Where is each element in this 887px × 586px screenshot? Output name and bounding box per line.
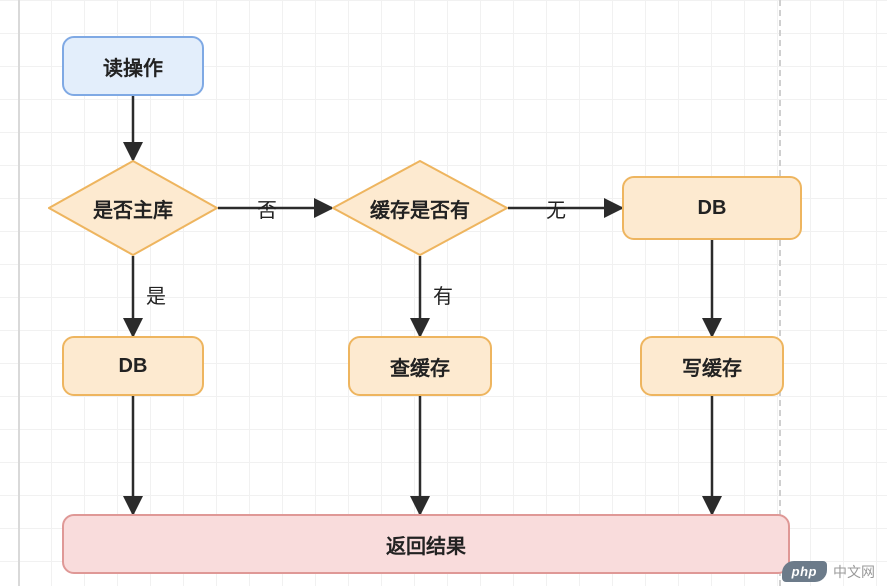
- node-db-left-label: DB: [119, 355, 148, 378]
- edge-label-none: 无: [546, 194, 566, 223]
- node-start: 读操作: [62, 36, 204, 96]
- node-write-cache-label: 写缓存: [682, 352, 742, 381]
- page-left-border: [18, 0, 20, 586]
- node-write-cache: 写缓存: [640, 336, 784, 396]
- watermark-brand: php: [782, 561, 827, 582]
- node-db-right-label: DB: [698, 197, 727, 220]
- edge-label-yes: 是: [146, 280, 166, 309]
- node-return-label: 返回结果: [386, 530, 466, 559]
- node-read-cache: 查缓存: [348, 336, 492, 396]
- diagram-canvas: 读操作 是否主库 缓存是否有 DB DB 查缓存 写缓存 返回结果: [0, 0, 887, 586]
- watermark-text: 中文网: [833, 562, 875, 582]
- watermark: php 中文网: [782, 561, 875, 582]
- node-start-label: 读操作: [103, 52, 163, 81]
- node-read-cache-label: 查缓存: [390, 352, 450, 381]
- node-cache-hit: 缓存是否有: [332, 160, 508, 256]
- edge-label-no: 否: [257, 194, 277, 223]
- node-cache-hit-label: 缓存是否有: [332, 160, 508, 256]
- node-return: 返回结果: [62, 514, 790, 574]
- node-is-master-label: 是否主库: [48, 160, 218, 256]
- edge-label-has: 有: [433, 280, 453, 309]
- node-db-left: DB: [62, 336, 204, 396]
- node-is-master: 是否主库: [48, 160, 218, 256]
- dashed-guide-line: [779, 0, 781, 586]
- node-db-right: DB: [622, 176, 802, 240]
